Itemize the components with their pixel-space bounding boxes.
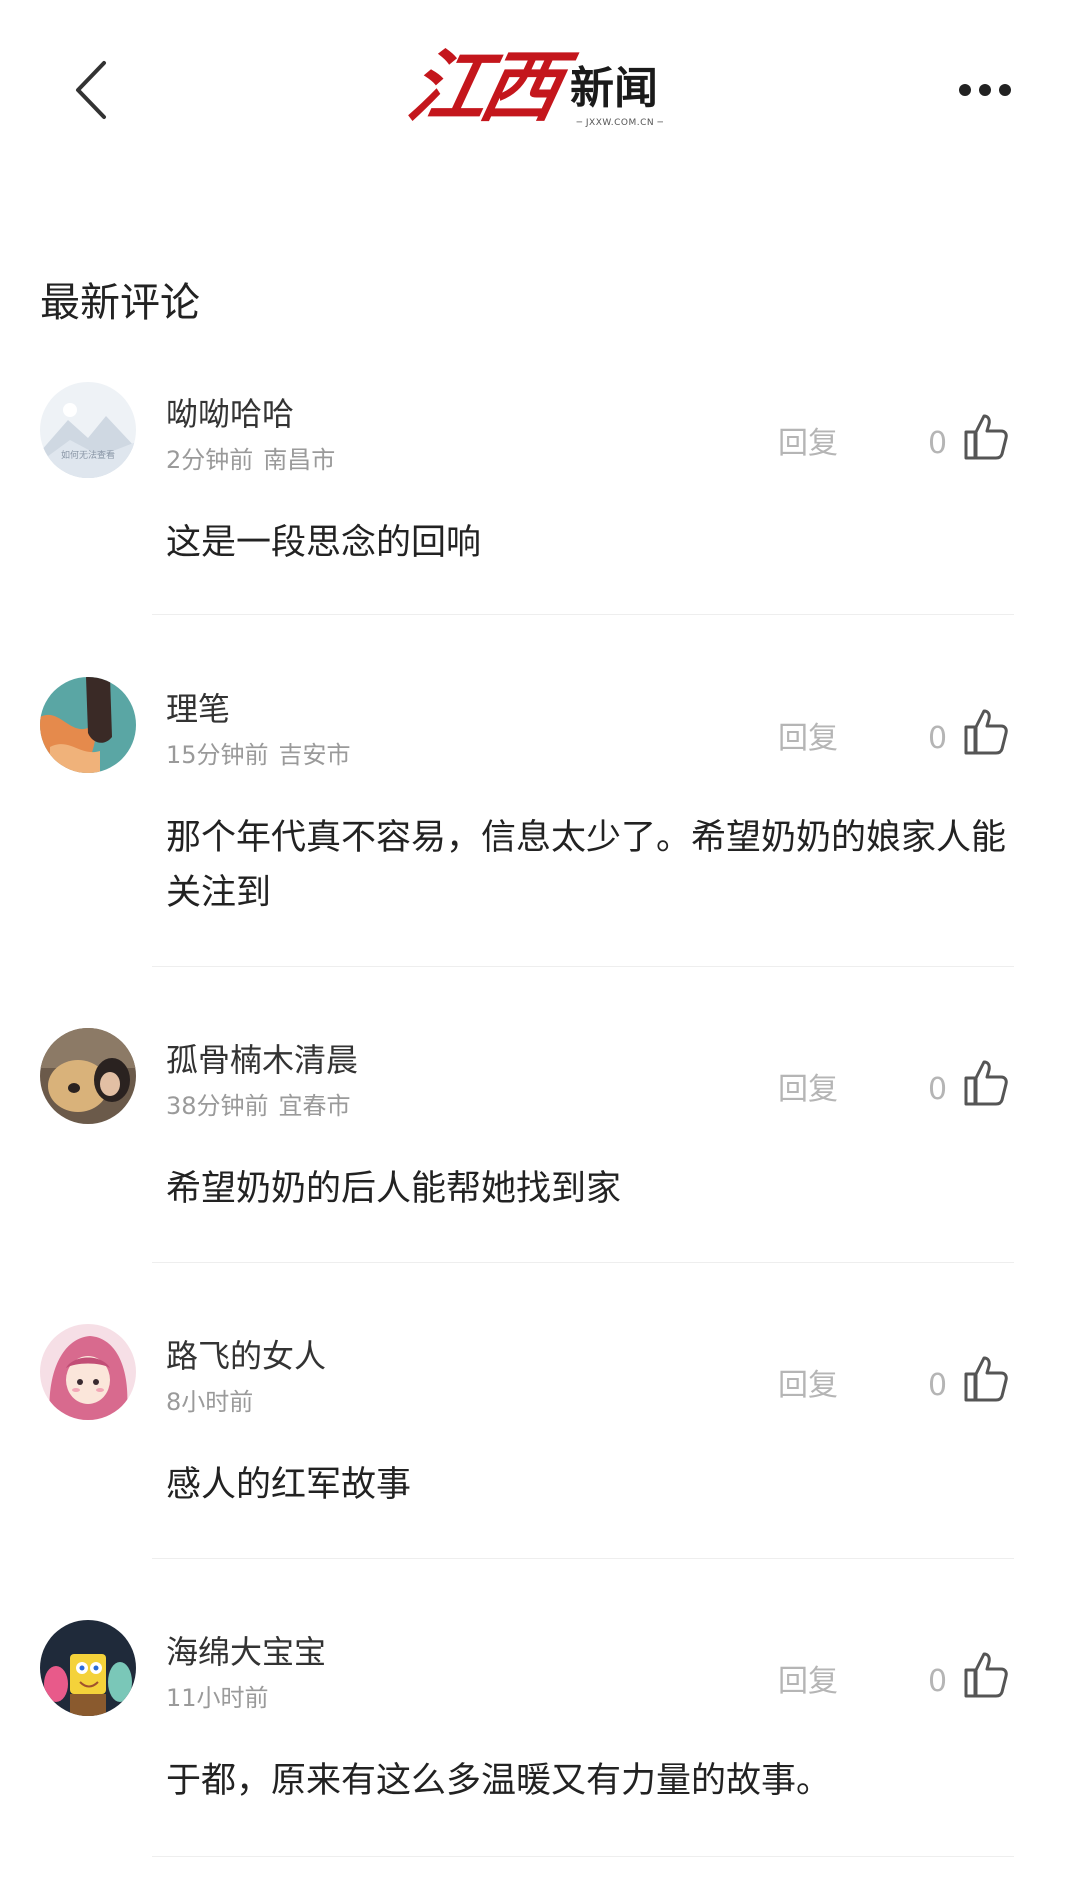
comment-location: 南昌市 [263, 446, 336, 474]
comment-text: 这是一段思念的回响 [166, 523, 482, 563]
comment-meta: 8小时前 [166, 1386, 253, 1418]
comment-username[interactable]: 孤骨楠木清晨 [166, 1040, 358, 1080]
avatar-caption: 如何无法查看 [60, 451, 115, 461]
comment-meta: 15分钟前 吉安市 [166, 739, 351, 771]
comment-time: 11小时前 [166, 1684, 269, 1712]
thumbs-up-icon [964, 709, 1008, 755]
divider [152, 1558, 1014, 1559]
dog-photo-avatar-image [40, 1028, 136, 1124]
divider [152, 1856, 1014, 1857]
avatar[interactable] [40, 1620, 136, 1716]
comment-meta: 2分钟前 南昌市 [166, 444, 335, 476]
comment-text: 感人的红军故事 [166, 1465, 412, 1505]
divider [152, 966, 1014, 967]
cartoon-avatar-image [40, 1620, 136, 1716]
comment-item: 孤骨楠木清晨 38分钟前 宜春市 回复 0 希望奶奶的后人能帮她找到家 [0, 1028, 1080, 1238]
comment-location: 吉安市 [278, 741, 351, 769]
reply-button[interactable]: 回复 [778, 1070, 838, 1110]
like-count: 0 [928, 1368, 948, 1403]
avatar[interactable]: 如何无法查看 [40, 382, 136, 478]
comment-location: 宜春市 [278, 1092, 351, 1120]
avatar[interactable] [40, 677, 136, 773]
like-count: 0 [928, 426, 948, 461]
thumbs-up-icon [964, 1060, 1008, 1106]
comment-time: 2分钟前 [166, 446, 254, 474]
like-button[interactable] [963, 412, 1009, 462]
comment-time: 38分钟前 [166, 1092, 269, 1120]
thumbs-up-icon [964, 1652, 1008, 1698]
comment-text: 希望奶奶的后人能帮她找到家 [166, 1169, 622, 1209]
divider [152, 1262, 1014, 1263]
like-count: 0 [928, 721, 948, 756]
comment-list: 如何无法查看 呦呦哈哈 2分钟前 南昌市 回复 0 这是一段思念的回响 理笔 1… [0, 0, 1080, 1883]
reply-button[interactable]: 回复 [778, 424, 838, 464]
comment-text: 那个年代真不容易，信息太少了。希望奶奶的娘家人能关注到 [166, 818, 1007, 913]
comment-meta: 11小时前 [166, 1682, 269, 1714]
comment-text: 于都，原来有这么多温暖又有力量的故事。 [166, 1761, 832, 1801]
anime-girl-avatar-image [40, 1324, 136, 1420]
reply-button[interactable]: 回复 [778, 1366, 838, 1406]
divider [152, 614, 1014, 615]
reply-button[interactable]: 回复 [778, 1662, 838, 1702]
thumbs-up-icon [964, 1356, 1008, 1402]
comment-username[interactable]: 呦呦哈哈 [166, 394, 294, 434]
comment-item: 路飞的女人 8小时前 回复 0 感人的红军故事 [0, 1324, 1080, 1534]
like-button[interactable] [963, 707, 1009, 757]
avatar[interactable] [40, 1324, 136, 1420]
comment-username[interactable]: 路飞的女人 [166, 1336, 326, 1376]
abstract-avatar-image [40, 677, 136, 773]
like-button[interactable] [963, 1650, 1009, 1700]
comment-time: 15分钟前 [166, 741, 269, 769]
reply-button[interactable]: 回复 [778, 719, 838, 759]
like-count: 0 [928, 1072, 948, 1107]
thumbs-up-icon [964, 414, 1008, 460]
like-count: 0 [928, 1664, 948, 1699]
comment-item: 理笔 15分钟前 吉安市 回复 0 那个年代真不容易，信息太少了。希望奶奶的娘家人… [0, 677, 1080, 937]
comment-meta: 38分钟前 宜春市 [166, 1090, 351, 1122]
comment-item: 海绵大宝宝 11小时前 回复 0 于都，原来有这么多温暖又有力量的故事。 [0, 1620, 1080, 1830]
comment-item: 如何无法查看 呦呦哈哈 2分钟前 南昌市 回复 0 这是一段思念的回响 [0, 382, 1080, 602]
landscape-avatar-image [40, 382, 136, 478]
avatar[interactable] [40, 1028, 136, 1124]
comment-time: 8小时前 [166, 1388, 254, 1416]
comment-username[interactable]: 理笔 [166, 689, 230, 729]
comment-username[interactable]: 海绵大宝宝 [166, 1632, 326, 1672]
like-button[interactable] [963, 1354, 1009, 1404]
like-button[interactable] [963, 1058, 1009, 1108]
